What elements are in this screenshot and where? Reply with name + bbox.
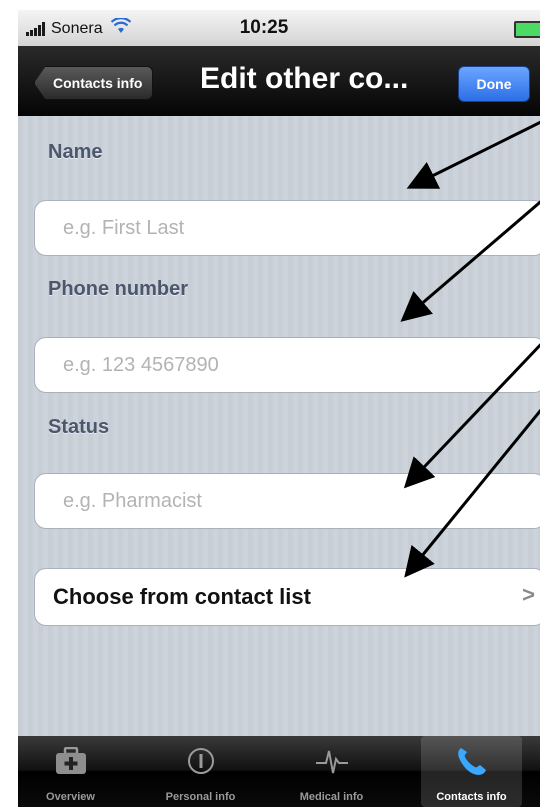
name-label: Name xyxy=(48,141,103,163)
page-title: Edit other co... xyxy=(200,62,409,95)
battery-icon xyxy=(514,21,540,38)
phone-field-container xyxy=(34,337,540,393)
name-field-container xyxy=(34,200,540,256)
tab-contacts-info[interactable]: Contacts info xyxy=(421,736,522,807)
heartbeat-icon xyxy=(281,744,382,778)
tab-personal-info[interactable]: Personal info xyxy=(150,736,251,807)
phone-handset-icon xyxy=(421,744,522,778)
phone-screen: Sonera 10:25 Contacts info Edit other co… xyxy=(18,10,540,807)
tab-medical-info[interactable]: Medical info xyxy=(281,736,382,807)
choose-from-contact-list-button[interactable]: Choose from contact list > xyxy=(34,568,540,626)
info-icon xyxy=(150,744,251,778)
back-button[interactable]: Contacts info xyxy=(34,66,154,100)
form-area: Name Phone number Status Choose from con… xyxy=(18,116,540,736)
phone-field[interactable] xyxy=(35,338,540,392)
chevron-right-icon: > xyxy=(522,582,535,607)
phone-label: Phone number xyxy=(48,278,189,300)
tab-contacts-info-label: Contacts info xyxy=(436,791,507,803)
tab-personal-info-label: Personal info xyxy=(165,791,236,803)
name-field[interactable] xyxy=(35,201,540,255)
status-bar: Sonera 10:25 xyxy=(18,10,540,46)
done-button[interactable]: Done xyxy=(458,66,530,102)
first-aid-kit-icon xyxy=(20,744,121,778)
status-label: Status xyxy=(48,416,110,438)
status-field-container xyxy=(34,473,540,529)
status-field[interactable] xyxy=(35,474,540,528)
tab-medical-info-label: Medical info xyxy=(299,791,364,803)
tab-overview[interactable]: Overview xyxy=(20,736,121,807)
tab-overview-label: Overview xyxy=(46,791,95,803)
choose-from-contact-list-label: Choose from contact list xyxy=(53,584,311,609)
navigation-bar: Contacts info Edit other co... Done xyxy=(18,46,540,116)
clock: 10:25 xyxy=(239,17,289,38)
tab-bar: Overview Personal info Medical info Cont… xyxy=(18,736,540,807)
